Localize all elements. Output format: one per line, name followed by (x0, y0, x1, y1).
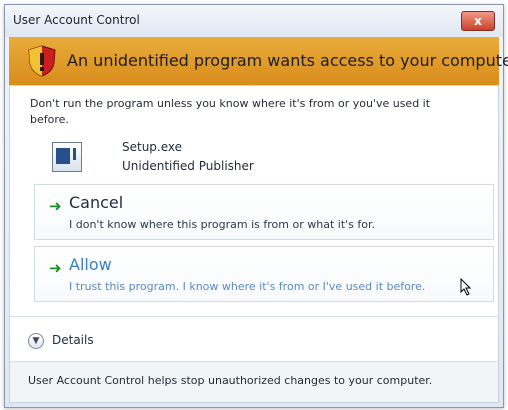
divider (10, 316, 498, 317)
cancel-option[interactable]: ➜ Cancel I don't know where this program… (34, 184, 494, 240)
shield-warning-icon (28, 45, 56, 77)
footer: User Account Control helps stop unauthor… (10, 361, 498, 402)
program-name: Setup.exe (122, 140, 183, 154)
warning-message: Don't run the program unless you know wh… (30, 97, 431, 126)
details-label: Details (52, 333, 94, 347)
mouse-cursor-icon (460, 278, 472, 296)
allow-label: Allow (69, 255, 112, 274)
window-title: User Account Control (13, 13, 140, 27)
warning-banner: An unidentified program wants access to … (9, 37, 508, 86)
green-arrow-icon: ➜ (49, 197, 62, 215)
chevron-down-icon: ▼ (28, 333, 44, 349)
banner-title: An unidentified program wants access to … (67, 51, 508, 70)
close-icon: x (474, 14, 482, 28)
title-bar: User Account Control x (5, 5, 503, 37)
program-info: Setup.exe Unidentified Publisher (52, 140, 472, 184)
cancel-label: Cancel (69, 193, 124, 212)
program-icon (52, 142, 82, 172)
allow-option[interactable]: ➜ Allow I trust this program. I know whe… (34, 246, 494, 302)
cancel-description: I don't know where this program is from … (69, 218, 376, 231)
dialog-content: Don't run the program unless you know wh… (9, 85, 499, 403)
program-publisher: Unidentified Publisher (122, 159, 254, 173)
allow-description: I trust this program. I know where it's … (69, 280, 426, 293)
uac-dialog: User Account Control x An unidentified p… (4, 4, 508, 408)
footer-text: User Account Control helps stop unauthor… (28, 374, 433, 387)
close-button[interactable]: x (461, 11, 495, 31)
green-arrow-icon: ➜ (49, 259, 62, 277)
